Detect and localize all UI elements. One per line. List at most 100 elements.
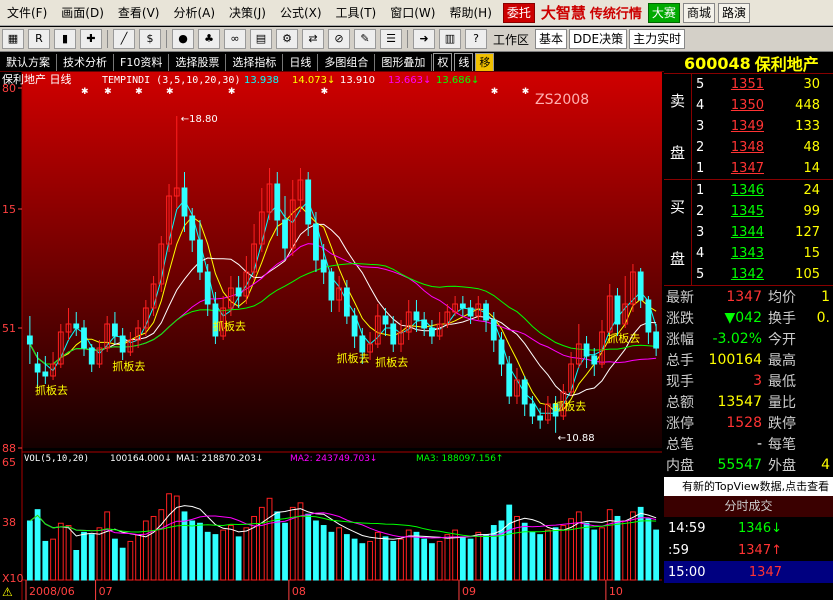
toolbar: ▦ R ▮ ✚ ╱ $ ● ♣ ∞ ▤ ⚙ ⇄ ⊘ ✎ ☰ ➜ ▥? 工作区 基本 DDE决策 主力实时 [0,27,833,52]
side-char: 卖 [669,91,685,110]
stat-label: 总额 [666,394,694,411]
pen-icon[interactable]: ✎ [354,29,376,49]
kline-chart[interactable]: 保利地产 日线 TEMPINDI (3,5,10,20,30) 13.938 14.0… [0,72,664,600]
main-force-button[interactable]: 主力实时 [629,29,686,49]
volume-bar [112,538,118,581]
volume-bar [235,536,242,581]
indicator-value: 13.910 [340,75,375,86]
mode-button-2[interactable]: 移 [475,53,495,71]
stat-row: 最新 1347 均价 1 [664,286,833,307]
candle [343,287,350,317]
candle [429,327,435,337]
volume-bar [359,543,366,581]
stat-label: 均价 [768,289,796,306]
gear-icon[interactable]: ⚙ [276,29,298,49]
tick-row[interactable]: 15:00 1347 [664,561,833,583]
dollar-icon[interactable]: $ [139,29,161,49]
grid-icon[interactable]: ▦ [2,29,24,49]
volume: 105 [795,267,820,282]
candle [328,271,335,301]
kline-icon[interactable]: ▮ [54,29,76,49]
tree-icon[interactable]: ♣ [198,29,220,49]
stat-label: 总手 [666,352,694,369]
price: 1344 [730,225,764,240]
tick-row[interactable]: :59 1347↑ [664,539,833,561]
topview-notice[interactable]: 有新的TopView数据,点击查看 [664,477,833,496]
mode-button-1[interactable]: 线 [454,53,474,71]
candle [313,223,319,261]
dde-button[interactable]: DDE决策 [569,29,628,49]
level: 5 [696,267,705,282]
volume: 448 [795,98,820,113]
slash-icon[interactable]: ⊘ [328,29,350,49]
chart-icon[interactable]: ▤ [250,29,272,49]
bars-icon[interactable]: ▥ [439,29,461,49]
volume-bar [212,534,219,581]
menu-item-1[interactable]: 画面(D) [54,0,111,25]
crosshair-icon[interactable]: ✚ [80,29,102,49]
level: 1 [696,183,705,198]
x-tick-label: 08 [292,585,306,598]
tab-5[interactable]: 日线 [283,53,319,71]
rsi-icon[interactable]: R [28,29,50,49]
menu-item-7[interactable]: 窗口(W) [383,0,442,25]
mode-button-0[interactable]: 权 [433,53,453,71]
contest-button[interactable]: 大赛 [647,2,680,23]
stat-label: 总笔 [666,436,694,453]
level: 4 [696,246,705,261]
tab-4[interactable]: 选择指标 [226,53,284,71]
bid-side-label: 买盘 [664,180,692,285]
tab-6[interactable]: 多图组合 [318,53,376,71]
entrust-button[interactable]: 委托 [502,2,535,23]
workspace-select[interactable]: 基本 [535,29,568,49]
stat-value: 3 [753,372,762,389]
signal-annotation: 抓板去 [607,331,640,345]
candle [204,271,211,305]
ticks-title[interactable]: 分时成交 [664,496,833,517]
stat-value: ▼042 [724,309,763,326]
volume-bar [73,550,80,581]
candle [351,315,358,337]
roadshow-button[interactable]: 路演 [717,2,750,23]
tab-7[interactable]: 图形叠加 [375,53,433,71]
help-icon[interactable]: ? [465,29,487,49]
menu-item-8[interactable]: 帮助(H) [442,0,498,25]
toolbar-separator [407,30,408,48]
signal-annotation: 抓板去 [375,355,408,369]
arrows-icon[interactable]: ⇄ [302,29,324,49]
arrow-icon[interactable]: ➜ [413,29,435,49]
menu-item-5[interactable]: 公式(X) [273,0,329,25]
menu-icon[interactable]: ☰ [380,29,402,49]
volume-bar [119,547,126,581]
ruler-icon[interactable]: ╱ [113,29,135,49]
menu-bar: 文件(F) 画面(D) 查看(V) 分析(A) 决策(J) 公式(X) 工具(T) 窗口(W)… [0,0,833,26]
candle [506,363,513,397]
stat-value: 100164 [708,351,762,368]
mall-button[interactable]: 商城 [682,2,715,23]
candle [459,303,466,309]
tab-2[interactable]: F10资料 [114,53,170,71]
stock-name: 保利地产 [754,55,819,74]
tab-1[interactable]: 技术分析 [57,53,114,71]
volume-bar [537,534,544,581]
menu-item-2[interactable]: 查看(V) [111,0,167,25]
menu-item-3[interactable]: 分析(A) [166,0,222,25]
side-char: 买 [669,197,685,216]
volume-bar [459,536,466,581]
volume-bar [382,536,389,581]
stat-value: -3.02% [712,330,762,347]
menu-label: 画面(D) [61,5,104,20]
menu-item-0[interactable]: 文件(F) [0,0,54,25]
tick-row[interactable]: 14:59 1346↓ [664,517,833,539]
menu-item-4[interactable]: 决策(J) [222,0,273,25]
binoculars-icon[interactable]: ∞ [224,29,246,49]
tab-0[interactable]: 默认方案 [0,53,57,71]
tab-3[interactable]: 选择股票 [169,53,227,71]
traffic-light-icon[interactable]: ● [172,29,194,49]
volume-bar [413,531,420,581]
stat-value: 1528 [726,414,762,431]
stat-row: 涨跌 ▼042 换手 0. [664,307,833,328]
signal-annotation: 抓板去 [35,383,68,397]
price: 1348 [730,140,764,155]
menu-item-6[interactable]: 工具(T) [329,0,384,25]
